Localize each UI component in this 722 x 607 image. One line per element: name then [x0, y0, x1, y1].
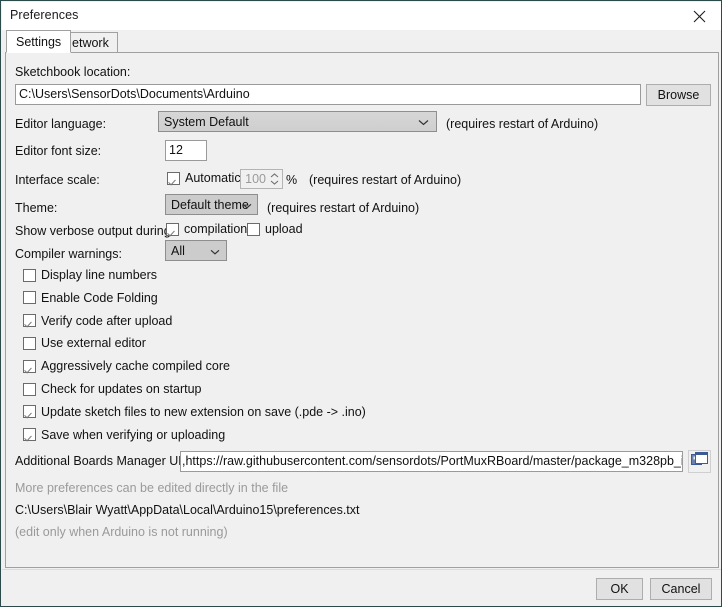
sketchbook-location-label: Sketchbook location: — [15, 65, 131, 79]
browse-button-label: Browse — [657, 88, 700, 102]
ok-button[interactable]: OK — [596, 578, 643, 600]
tab-settings-label: Settings — [16, 34, 62, 49]
editor-language-value: System Default — [164, 114, 249, 129]
chevron-down-icon — [242, 198, 252, 212]
boards-urls-label: Additional Boards Manager URLs: — [15, 454, 204, 468]
compiler-warnings-select[interactable]: All — [165, 240, 227, 261]
theme-value: Default theme — [171, 197, 249, 212]
preference-checkbox[interactable]: Aggressively cache compiled core — [23, 359, 230, 373]
sketchbook-location-value: C:\Users\SensorDots\Documents\Arduino — [19, 87, 250, 102]
close-icon — [693, 10, 706, 23]
preference-checkbox-label: Enable Code Folding — [41, 290, 158, 305]
footer-line-1: More preferences can be edited directly … — [15, 481, 289, 495]
ok-button-label: OK — [610, 582, 629, 596]
editor-font-size-input[interactable]: 12 — [165, 140, 207, 161]
sketchbook-location-input[interactable]: C:\Users\SensorDots\Documents\Arduino — [15, 84, 641, 105]
spinner-arrows-icon — [268, 171, 280, 187]
cancel-button[interactable]: Cancel — [650, 578, 712, 600]
editor-language-select[interactable]: System Default — [158, 111, 437, 132]
interface-scale-percent-label: % — [286, 173, 298, 187]
verbose-compilation-checkbox[interactable]: compilation — [166, 222, 247, 236]
preference-checkbox-label: Check for updates on startup — [41, 382, 202, 396]
checkbox-box — [23, 336, 36, 350]
preference-checkbox-label: Display line numbers — [41, 268, 158, 282]
verbose-upload-label: upload — [265, 222, 303, 236]
boards-urls-input[interactable]: ,https://raw.githubusercontent.com/senso… — [180, 451, 683, 472]
verbose-upload-checkbox[interactable]: upload — [247, 222, 303, 236]
checkbox-box — [23, 268, 36, 282]
preference-checkbox-label: Aggressively cache compiled core — [41, 359, 230, 374]
preference-checkbox[interactable]: Check for updates on startup — [23, 382, 202, 396]
cancel-button-label: Cancel — [661, 582, 701, 596]
editor-language-note: (requires restart of Arduino) — [446, 117, 599, 131]
chevron-down-icon — [210, 244, 220, 258]
dialog-button-bar: OK Cancel — [2, 569, 721, 606]
preference-checkbox[interactable]: Enable Code Folding — [23, 291, 158, 305]
checkbox-box — [166, 222, 179, 236]
checkbox-box — [247, 222, 260, 236]
checkbox-box — [23, 359, 36, 373]
copy-window-icon — [691, 451, 708, 472]
interface-scale-value: 100 — [245, 172, 266, 186]
footer-line-3: (edit only when Arduino is not running) — [15, 525, 228, 539]
preferences-window: Preferences Settings Network Sketchbook … — [0, 0, 722, 607]
checkbox-box — [23, 428, 36, 442]
interface-scale-label: Interface scale: — [15, 173, 100, 187]
preference-checkbox-label: Update sketch files to new extension on … — [41, 404, 366, 419]
settings-panel: Sketchbook location: C:\Users\SensorDots… — [5, 52, 719, 568]
checkbox-box — [23, 405, 36, 419]
footer-line-2: C:\Users\Blair Wyatt\AppData\Local\Ardui… — [15, 503, 360, 517]
interface-scale-stepper[interactable]: 100 — [240, 169, 283, 189]
preference-checkbox-label: Use external editor — [41, 336, 146, 351]
editor-language-label: Editor language: — [15, 117, 107, 131]
boards-urls-value: ,https://raw.githubusercontent.com/senso… — [182, 454, 683, 469]
interface-scale-automatic-checkbox[interactable]: Automatic — [167, 171, 241, 185]
interface-scale-note: (requires restart of Arduino) — [309, 173, 462, 187]
editor-font-size-value: 12 — [169, 143, 183, 158]
checkbox-box — [167, 171, 180, 185]
verbose-compilation-label: compilation — [184, 222, 248, 236]
interface-scale-automatic-label: Automatic — [185, 171, 241, 185]
preference-checkbox[interactable]: Verify code after upload — [23, 314, 172, 328]
tab-strip: Settings Network — [2, 30, 721, 53]
verbose-output-label: Show verbose output during: — [15, 224, 175, 238]
checkbox-box — [23, 314, 36, 328]
title-bar: Preferences — [2, 2, 721, 30]
preference-checkbox[interactable]: Display line numbers — [23, 268, 157, 282]
compiler-warnings-label: Compiler warnings: — [15, 247, 122, 261]
checkbox-box — [23, 291, 36, 305]
theme-note: (requires restart of Arduino) — [267, 201, 420, 215]
chevron-down-icon — [418, 115, 429, 129]
close-button[interactable] — [677, 2, 721, 30]
editor-font-size-label: Editor font size: — [15, 144, 102, 158]
boards-urls-copy-button[interactable] — [688, 450, 711, 473]
theme-select[interactable]: Default theme — [165, 194, 258, 215]
preference-checkbox[interactable]: Update sketch files to new extension on … — [23, 405, 366, 419]
preference-checkbox-label: Verify code after upload — [41, 313, 173, 328]
browse-button[interactable]: Browse — [646, 84, 711, 106]
tab-settings[interactable]: Settings — [6, 30, 72, 53]
preference-checkbox[interactable]: Use external editor — [23, 336, 146, 350]
window-title: Preferences — [10, 8, 79, 22]
checkbox-box — [23, 382, 36, 396]
theme-label: Theme: — [15, 201, 58, 215]
preference-checkbox[interactable]: Save when verifying or uploading — [23, 428, 225, 442]
preference-checkbox-label: Save when verifying or uploading — [41, 427, 226, 442]
compiler-warnings-value: All — [171, 243, 185, 258]
